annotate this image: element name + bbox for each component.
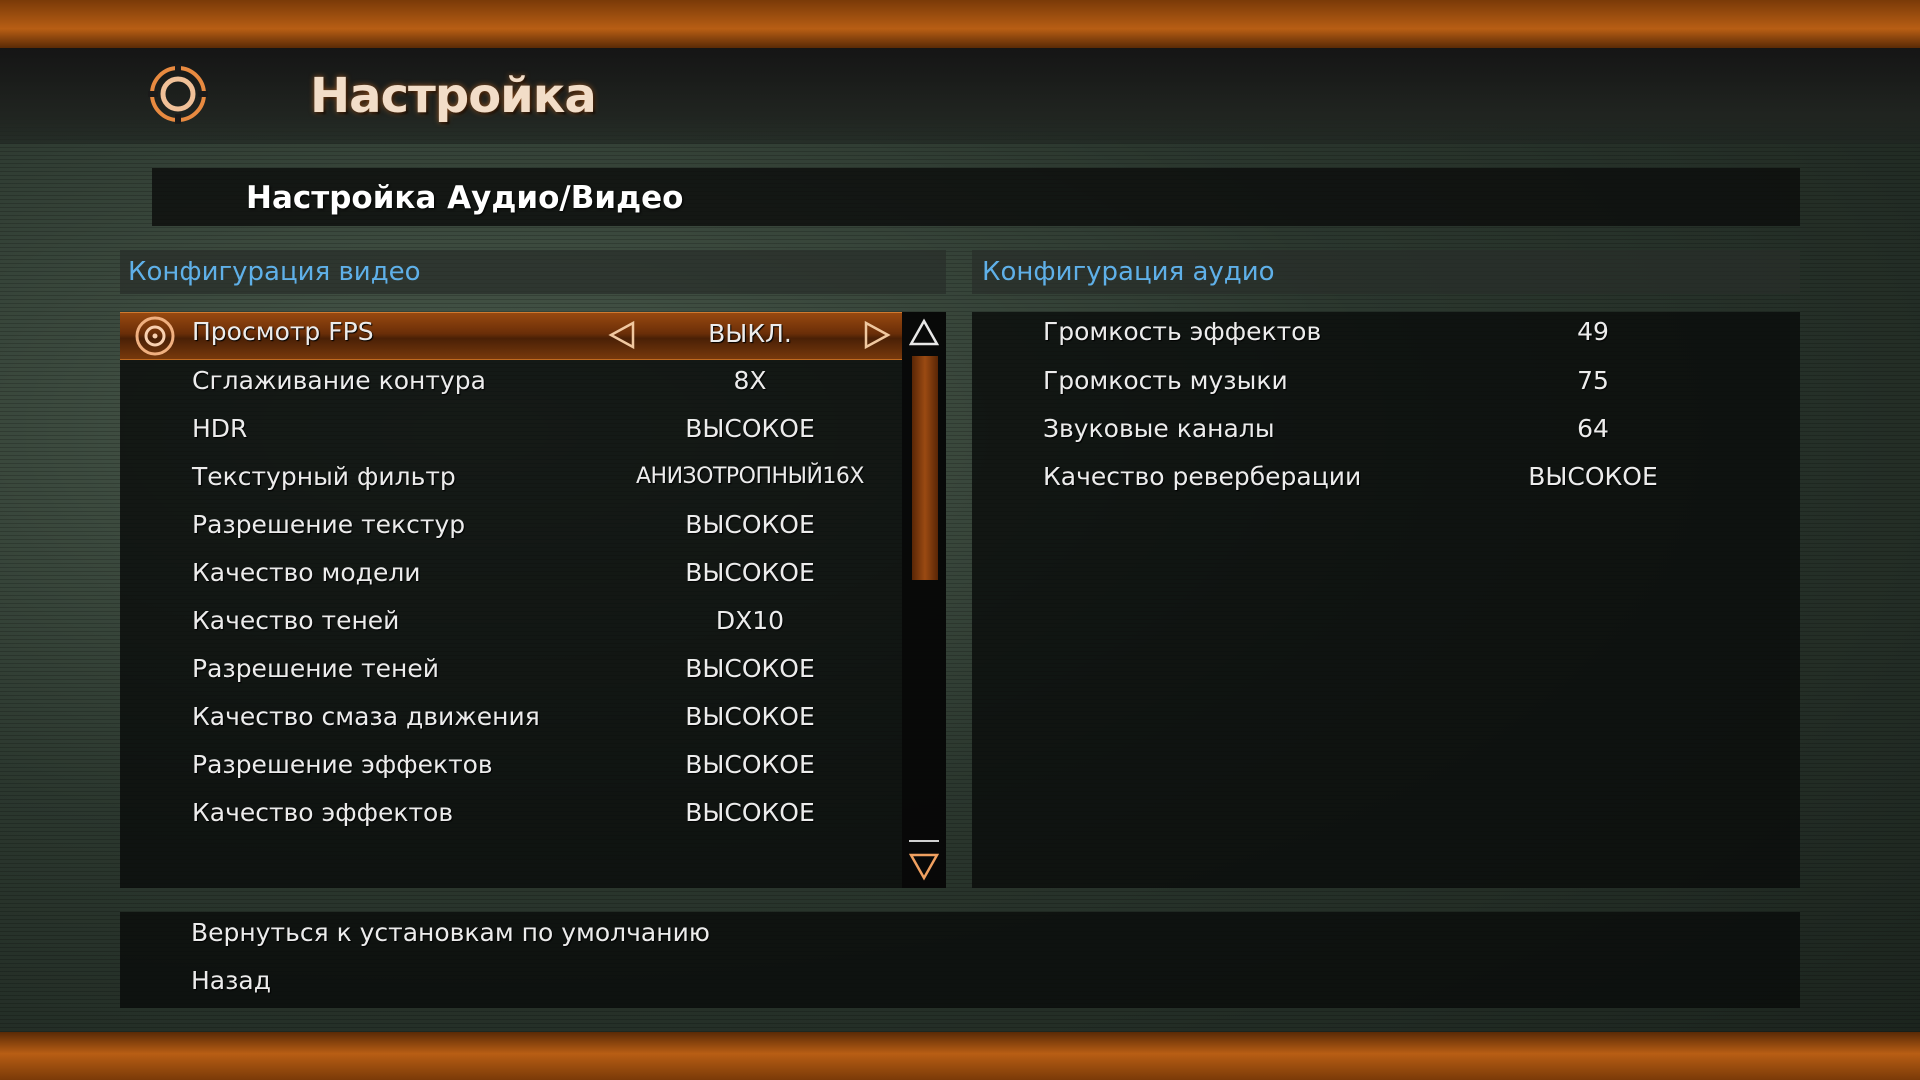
video-setting-effects-quality[interactable]: Качество эффектов ВЫСОКОЕ: [192, 789, 892, 837]
setting-value: АНИЗОТРОПНЫЙ16X: [635, 464, 865, 489]
setting-value: ВЫСОКОЕ: [685, 798, 815, 827]
setting-value: 75: [1577, 366, 1609, 395]
setting-value: ВЫКЛ.: [708, 319, 792, 348]
video-setting-texture-filter[interactable]: Текстурный фильтр АНИЗОТРОПНЫЙ16X: [192, 453, 892, 501]
video-setting-motion-blur[interactable]: Качество смаза движения ВЫСОКОЕ: [192, 693, 892, 741]
scroll-down-icon[interactable]: [909, 851, 939, 881]
setting-label: HDR: [192, 414, 248, 443]
setting-value: ВЫСОКОЕ: [685, 414, 815, 443]
settings-screen: Настройка Настройка Аудио/Видео Конфигур…: [0, 0, 1920, 1080]
page-title: Настройка: [310, 68, 597, 124]
video-setting-antialiasing[interactable]: Сглаживание контура 8X: [192, 357, 892, 405]
setting-value: DX10: [715, 606, 785, 635]
setting-value: 64: [1577, 414, 1609, 443]
setting-value: ВЫСОКОЕ: [1528, 462, 1658, 491]
target-reticle-icon: [148, 64, 208, 124]
top-orange-bar: [0, 0, 1920, 48]
video-setting-shadow-resolution[interactable]: Разрешение теней ВЫСОКОЕ: [192, 645, 892, 693]
setting-label: Просмотр FPS: [192, 317, 374, 346]
setting-label: Разрешение эффектов: [192, 750, 493, 779]
video-section-header: Конфигурация видео: [120, 250, 946, 294]
fps-value-wrap: ВЫКЛ.: [620, 310, 880, 358]
setting-label: Текстурный фильтр: [192, 462, 456, 491]
audio-setting-effects-volume[interactable]: Громкость эффектов 49: [1043, 308, 1743, 356]
audio-setting-sound-channels[interactable]: Звуковые каналы 64: [1043, 405, 1743, 453]
setting-label: Качество теней: [192, 606, 400, 635]
setting-value: 8X: [733, 366, 767, 395]
target-reticle-icon: [135, 316, 175, 356]
setting-value: ВЫСОКОЕ: [685, 558, 815, 587]
setting-value: ВЫСОКОЕ: [685, 702, 815, 731]
video-setting-hdr[interactable]: HDR ВЫСОКОЕ: [192, 405, 892, 453]
setting-label: Громкость музыки: [1043, 366, 1288, 395]
bottom-orange-bar: [0, 1032, 1920, 1080]
scroll-divider: [909, 840, 939, 842]
setting-label: Качество смаза движения: [192, 702, 540, 731]
setting-value: ВЫСОКОЕ: [685, 654, 815, 683]
back-button[interactable]: Назад: [191, 966, 271, 995]
setting-label: Качество модели: [192, 558, 421, 587]
setting-value: ВЫСОКОЕ: [685, 750, 815, 779]
audio-section-title: Конфигурация аудио: [982, 257, 1275, 287]
setting-label: Разрешение теней: [192, 654, 440, 683]
video-setting-effects-resolution[interactable]: Разрешение эффектов ВЫСОКОЕ: [192, 741, 892, 789]
video-setting-model-quality[interactable]: Качество модели ВЫСОКОЕ: [192, 549, 892, 597]
setting-label: Качество реверберации: [1043, 462, 1362, 491]
setting-label: Звуковые каналы: [1043, 414, 1275, 443]
setting-label: Громкость эффектов: [1043, 317, 1322, 346]
setting-value: 49: [1577, 317, 1609, 346]
title-bar: [0, 48, 1920, 144]
video-setting-texture-resolution[interactable]: Разрешение текстур ВЫСОКОЕ: [192, 501, 892, 549]
setting-label: Сглаживание контура: [192, 366, 486, 395]
setting-label: Разрешение текстур: [192, 510, 466, 539]
audio-section-header: Конфигурация аудио: [972, 250, 1800, 294]
setting-value: ВЫСОКОЕ: [685, 510, 815, 539]
setting-label: Качество эффектов: [192, 798, 454, 827]
scroll-up-icon[interactable]: [909, 318, 939, 348]
audio-setting-music-volume[interactable]: Громкость музыки 75: [1043, 357, 1743, 405]
video-setting-shadow-quality[interactable]: Качество теней DX10: [192, 597, 892, 645]
audio-setting-reverb-quality[interactable]: Качество реверберации ВЫСОКОЕ: [1043, 453, 1743, 501]
section-title: Настройка Аудио/Видео: [246, 180, 684, 216]
reset-defaults-button[interactable]: Вернуться к установкам по умолчанию: [191, 918, 710, 947]
scrollbar-thumb[interactable]: [912, 356, 938, 580]
video-section-title: Конфигурация видео: [128, 257, 421, 287]
arrow-right-icon[interactable]: [862, 320, 892, 350]
